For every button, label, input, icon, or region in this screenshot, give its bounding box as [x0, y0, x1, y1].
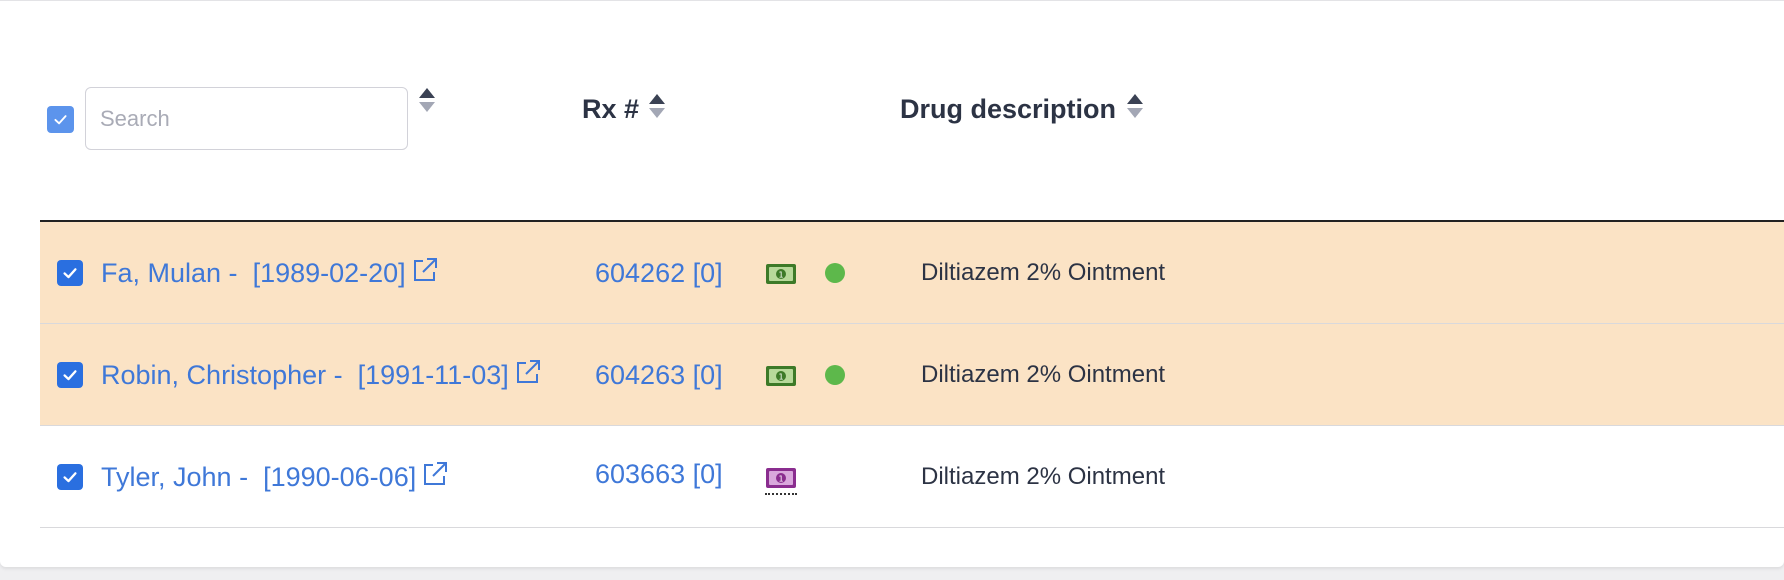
table-row: Robin, Christopher - [1991-11-03] 604263… [40, 324, 1784, 426]
patient-name: Fa, Mulan - [101, 258, 238, 288]
svg-text:1: 1 [778, 475, 783, 484]
svg-text:1: 1 [778, 271, 783, 280]
external-link-icon[interactable] [420, 459, 450, 489]
money-green-icon: 1 [765, 262, 797, 286]
prescription-table-card: Rx # Drug description Fa, Mulan - [1989-… [0, 0, 1784, 567]
rx-sort-icon[interactable] [648, 93, 666, 119]
checkmark-icon [63, 268, 77, 279]
patient-dob: [1989-02-20] [252, 258, 406, 288]
select-all-checkbox[interactable] [47, 106, 74, 133]
rx-number-link[interactable]: 604262 [0] [595, 255, 723, 291]
search-input[interactable] [85, 87, 408, 150]
svg-text:1: 1 [778, 373, 783, 382]
table-row: Tyler, John - [1990-06-06] 603663 [0] 1 … [40, 426, 1784, 528]
patient-link[interactable]: Tyler, John - [1990-06-06] [101, 459, 450, 495]
checkmark-icon [63, 370, 77, 381]
row-checkbox[interactable] [57, 362, 83, 388]
patient-name: Tyler, John - [101, 462, 249, 492]
table-row: Fa, Mulan - [1989-02-20] 604262 [0] 1 Di… [40, 222, 1784, 324]
patient-link[interactable]: Robin, Christopher - [1991-11-03] [101, 357, 543, 393]
money-icon-underline [765, 493, 797, 495]
patient-dob: [1991-11-03] [357, 360, 509, 390]
column-header-drug[interactable]: Drug description [900, 91, 1116, 127]
column-header-drug-label: Drug description [900, 94, 1117, 124]
column-header-rx-label: Rx # [582, 94, 640, 124]
external-link-icon[interactable] [410, 255, 440, 285]
patient-link[interactable]: Fa, Mulan - [1989-02-20] [101, 255, 440, 291]
patient-sort-icon[interactable] [418, 87, 436, 113]
rx-number-link[interactable]: 603663 [0] [595, 456, 723, 492]
status-dot [825, 263, 845, 283]
drug-description: Diltiazem 2% Ointment [921, 463, 1166, 490]
money-purple-icon[interactable]: 1 [765, 466, 797, 490]
external-link-icon[interactable] [513, 357, 543, 387]
checkmark-icon [63, 472, 77, 483]
checkmark-icon [54, 115, 67, 125]
money-green-icon: 1 [765, 364, 797, 388]
patient-dob: [1990-06-06] [263, 462, 417, 492]
drug-description: Diltiazem 2% Ointment [921, 361, 1166, 388]
drug-sort-icon[interactable] [1126, 93, 1144, 119]
status-dot [825, 365, 845, 385]
row-checkbox[interactable] [57, 464, 83, 490]
column-header-rx[interactable]: Rx # [582, 91, 639, 127]
row-checkbox[interactable] [57, 260, 83, 286]
drug-description: Diltiazem 2% Ointment [921, 259, 1166, 286]
patient-name: Robin, Christopher - [101, 360, 343, 390]
rx-number-link[interactable]: 604263 [0] [595, 357, 723, 393]
